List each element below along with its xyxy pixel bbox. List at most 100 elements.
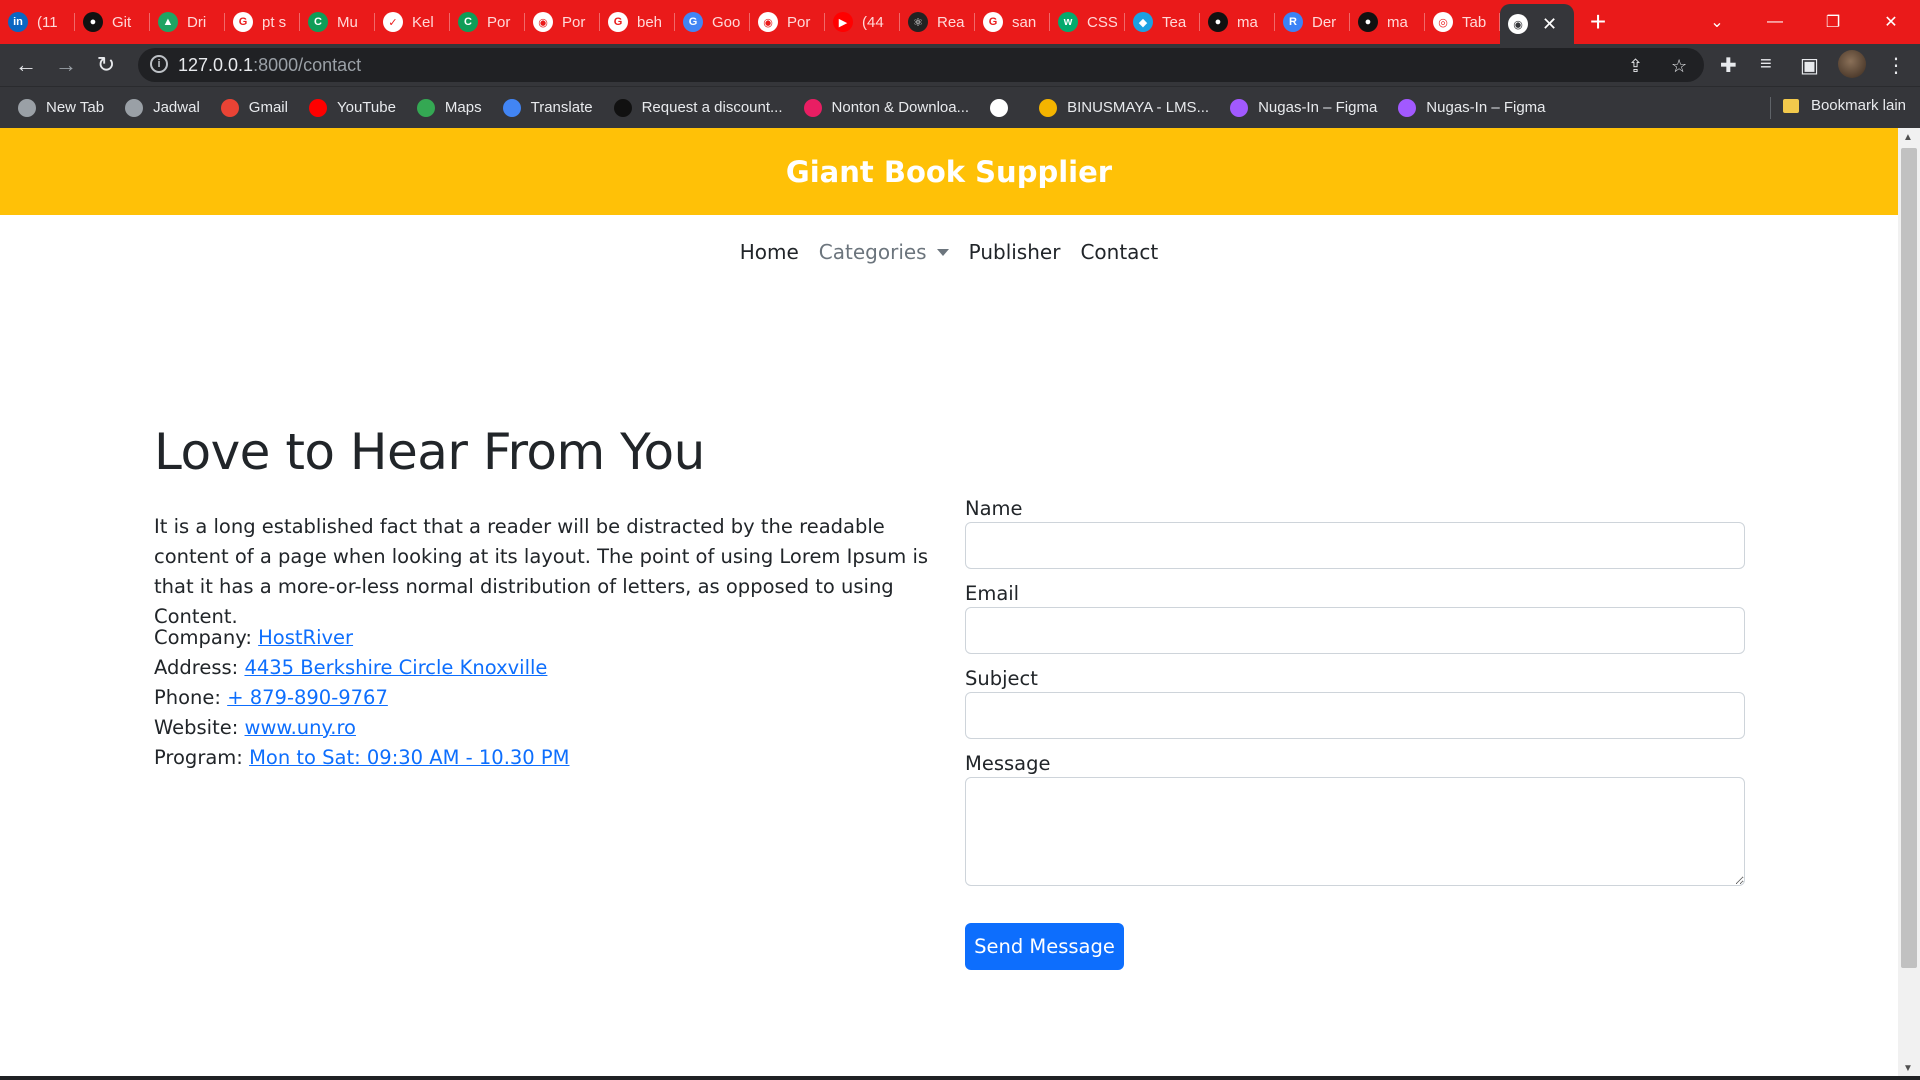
bookmark-label: Gmail — [248, 99, 288, 116]
tab-title: pt s — [262, 13, 287, 31]
url-text[interactable]: 127.0.0.1:8000/contact — [178, 55, 361, 76]
bookmark-item[interactable]: Gmail — [220, 98, 288, 117]
scroll-up-icon[interactable]: ▲ — [1903, 132, 1913, 143]
address-link[interactable]: 4435 Berkshire Circle Knoxville — [244, 656, 547, 679]
tab-title: Por — [787, 13, 811, 31]
page-scrollbar[interactable]: ▲ ▼ — [1898, 128, 1920, 1078]
nav-publisher[interactable]: Publisher — [959, 240, 1071, 264]
browser-tab[interactable]: G Goo — [675, 0, 750, 44]
tab-title: Dri — [187, 13, 207, 31]
globe-icon — [18, 98, 36, 117]
send-message-button[interactable]: Send Message — [965, 923, 1124, 970]
website-link[interactable]: www.uny.ro — [245, 716, 356, 739]
email-field[interactable] — [965, 607, 1745, 654]
detail-company: Company: HostRiver — [154, 623, 570, 653]
bookmark-item[interactable]: Nonton & Downloa... — [803, 98, 969, 117]
browser-tab[interactable]: ⚛ Rea — [900, 0, 975, 44]
detail-label: Phone: — [154, 686, 221, 709]
browser-tab[interactable]: Gbeh — [600, 0, 675, 44]
site-info-icon[interactable]: i — [150, 55, 168, 73]
browser-tab[interactable]: ● ma — [1350, 0, 1425, 44]
back-icon[interactable]: ← — [12, 51, 40, 79]
company-link[interactable]: HostRiver — [258, 626, 353, 649]
tab-search-icon[interactable]: ⌄ — [1688, 0, 1746, 44]
program-link[interactable]: Mon to Sat: 09:30 AM - 10.30 PM — [249, 746, 569, 769]
name-label: Name — [965, 497, 1023, 520]
browser-tab[interactable]: ● ma — [1200, 0, 1275, 44]
tab-title: Kel — [412, 13, 434, 31]
bookmark-item[interactable] — [990, 98, 1018, 117]
r-icon: R — [1283, 12, 1303, 32]
form-icon: ✓ — [383, 12, 403, 32]
w3schools-icon: w — [1058, 12, 1078, 32]
classroom-icon: C — [458, 12, 478, 32]
close-tab-icon[interactable]: ✕ — [1542, 14, 1557, 35]
bookmark-label: New Tab — [46, 99, 105, 116]
new-tab-button[interactable]: + — [1574, 0, 1622, 44]
minimize-button[interactable]: — — [1746, 0, 1804, 44]
bookmark-item[interactable]: Jadwal — [125, 98, 200, 117]
bookmark-label: Translate — [530, 99, 593, 116]
browser-tab[interactable]: ◉ Por — [525, 0, 600, 44]
bookmark-item[interactable]: Translate — [502, 98, 593, 117]
reload-icon[interactable]: ↻ — [92, 51, 120, 79]
browser-tab[interactable]: in (11 — [0, 0, 75, 44]
bookmark-star-icon[interactable]: ☆ — [1671, 56, 1687, 77]
browser-tab[interactable]: ▶ (44 — [825, 0, 900, 44]
tab-title: (44 — [862, 13, 884, 31]
browser-tab[interactable]: ◉ Por — [750, 0, 825, 44]
browser-tab[interactable]: ● Git — [75, 0, 150, 44]
side-panel-icon[interactable]: ▣ — [1800, 53, 1819, 78]
other-bookmarks-label: Bookmark lain — [1810, 97, 1906, 114]
google-icon: G — [608, 12, 628, 32]
bookmark-item[interactable]: Nugas-In – Figma — [1230, 98, 1377, 117]
active-tab[interactable]: ◉ ✕ — [1500, 4, 1574, 44]
linkedin-icon: in — [8, 12, 28, 32]
binus-icon — [1039, 98, 1058, 117]
profile-avatar[interactable] — [1838, 50, 1866, 78]
browser-tab[interactable]: ◆ Tea — [1125, 0, 1200, 44]
tab-title: Por — [562, 13, 586, 31]
message-field[interactable] — [965, 777, 1745, 886]
media-control-icon[interactable]: ≡ — [1760, 53, 1772, 76]
bookmark-item[interactable]: Request a discount... — [613, 98, 783, 117]
menu-icon[interactable]: ⋮ — [1886, 53, 1906, 78]
share-icon[interactable]: ⇪ — [1628, 56, 1643, 77]
phone-link[interactable]: + 879-890-9767 — [227, 686, 388, 709]
address-bar[interactable]: i 127.0.0.1:8000/contact ⇪ ☆ — [138, 48, 1704, 82]
scrollbar-thumb[interactable] — [1901, 148, 1917, 968]
other-bookmarks-folder[interactable]: Bookmark lain — [1782, 97, 1906, 114]
bookmark-item[interactable]: Maps — [416, 98, 482, 117]
browser-tab[interactable]: ▲ Dri — [150, 0, 225, 44]
tab-title: Goo — [712, 13, 741, 31]
extensions-icon[interactable]: ✚ — [1720, 53, 1737, 78]
scroll-down-icon[interactable]: ▼ — [1903, 1063, 1913, 1074]
figma-icon — [1230, 98, 1249, 117]
bookmark-item[interactable]: New Tab — [18, 98, 105, 117]
bookmark-label: Jadwal — [153, 99, 200, 116]
bookmark-item[interactable]: BINUSMAYA - LMS... — [1039, 98, 1209, 117]
bookmark-item[interactable]: Nugas-In – Figma — [1398, 98, 1546, 117]
subject-field[interactable] — [965, 692, 1745, 739]
bookmarks-divider — [1770, 97, 1771, 119]
browser-tab[interactable]: ◎ Tab — [1425, 0, 1500, 44]
nav-contact[interactable]: Contact — [1070, 240, 1168, 264]
browser-tab[interactable]: Gpt s — [225, 0, 300, 44]
browser-toolbar: ← → ↻ i 127.0.0.1:8000/contact ⇪ ☆ ✚ ≡ ▣… — [0, 44, 1920, 86]
browser-tab[interactable]: ✓ Kel — [375, 0, 450, 44]
browser-tab[interactable]: R Der — [1275, 0, 1350, 44]
name-field[interactable] — [965, 522, 1745, 569]
browser-tab[interactable]: Gsan — [975, 0, 1050, 44]
drive-icon: ▲ — [158, 12, 178, 32]
forward-icon[interactable]: → — [52, 51, 80, 79]
browser-tab[interactable]: C Mu — [300, 0, 375, 44]
close-window-button[interactable]: ✕ — [1862, 0, 1920, 44]
globe-icon: ◉ — [1508, 14, 1528, 34]
restore-button[interactable]: ❐ — [1804, 0, 1862, 44]
nav-home[interactable]: Home — [730, 240, 809, 264]
browser-tab[interactable]: C Por — [450, 0, 525, 44]
nav-categories-dropdown[interactable]: Categories — [809, 240, 959, 264]
bookmark-item[interactable]: YouTube — [308, 98, 396, 117]
browser-tab[interactable]: w CSS — [1050, 0, 1125, 44]
bookmarks-bar: New Tab Jadwal Gmail YouTube Maps Translate Re… — [0, 86, 1920, 128]
